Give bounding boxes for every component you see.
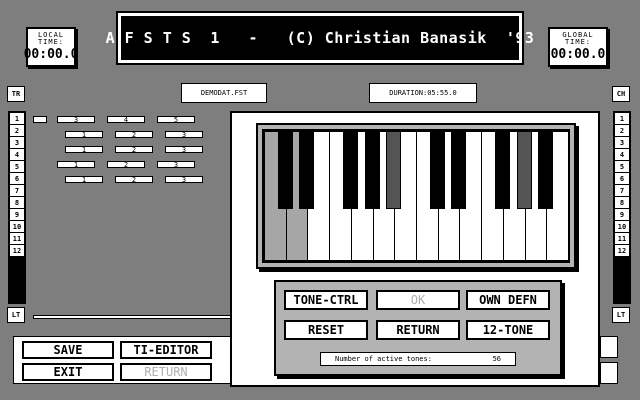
ok-button[interactable]: OK [376,290,460,310]
black-key[interactable] [451,131,467,209]
track-button-1[interactable]: 1 [10,113,24,124]
local-time-label: LOCAL TIME: [37,31,65,46]
track-button-7[interactable]: 7 [10,185,24,196]
sequence-block[interactable]: 3 [57,116,95,124]
tone-definition-dialog: ♪ TONE-CTRL OK OWN DEFN RESET RETURN 12-… [230,111,600,387]
channel-button-6[interactable]: 6 [615,173,629,184]
channel-button-1[interactable]: 1 [615,113,629,124]
piano-keyboard[interactable]: ♪ [262,129,570,263]
active-tones-value: 56 [492,355,501,363]
sequence-block[interactable]: 1 [65,131,103,139]
return-button[interactable]: RETURN [376,320,460,340]
channel-button-12[interactable]: 12 [615,245,629,256]
track-button-10[interactable]: 10 [10,221,24,232]
channel-list: 1 2 3 4 5 6 7 8 9 10 11 12 [613,111,631,304]
eighth-note-icon: ♪ [364,189,375,208]
channel-button-10[interactable]: 10 [615,221,629,232]
track-button-3[interactable]: 3 [10,137,24,148]
sequence-block[interactable]: 3 [157,161,195,169]
sequence-block[interactable]: 3 [165,131,203,139]
sequence-block[interactable]: 2 [115,131,153,139]
lt-button[interactable]: LT [7,307,25,323]
black-key[interactable] [299,131,315,209]
local-time-display: LOCAL TIME: 00:00.0 [23,27,79,67]
global-time-label: GLOBAL TIME: [562,31,594,46]
right-edge-box-bottom [600,362,618,384]
lt-right-button[interactable]: LT [612,307,630,323]
local-time-value: 00:00.0 [23,47,79,62]
own-defn-button[interactable]: OWN DEFN [466,290,550,310]
sequence-block[interactable]: 2 [115,146,153,154]
sequence-block[interactable]: 2 [107,161,145,169]
filename-label[interactable]: DEMODAT.FST [181,83,267,103]
sequence-marker[interactable] [33,116,47,123]
channel-button-2[interactable]: 2 [615,125,629,136]
sequence-block[interactable]: 1 [65,176,103,184]
global-time-display: GLOBAL TIME: 00:00.0 [548,27,608,67]
track-button-11[interactable]: 11 [10,233,24,244]
track-button-2[interactable]: 2 [10,125,24,136]
sequence-scrollbar[interactable] [33,315,233,319]
exit-button[interactable]: EXIT [22,363,114,381]
sequence-block[interactable]: 1 [65,146,103,154]
track-button-8[interactable]: 8 [10,197,24,208]
track-button-5[interactable]: 5 [10,161,24,172]
black-key[interactable] [429,131,445,209]
ti-editor-button[interactable]: TI-EDITOR [120,341,212,359]
sequence-grid: 345123123123123 [33,110,233,200]
tr-label: TR [7,86,25,102]
channel-button-9[interactable]: 9 [615,209,629,220]
black-key[interactable] [516,131,532,209]
sequence-block[interactable]: 4 [107,116,145,124]
sequence-block[interactable]: 1 [57,161,95,169]
duration-label: DURATION:05:55.0 [369,83,477,103]
global-time-value: 00:00.0 [550,47,606,62]
black-key[interactable] [538,131,554,209]
return-button-disabled[interactable]: RETURN [120,363,212,381]
channel-button-5[interactable]: 5 [615,161,629,172]
black-key[interactable] [342,131,358,209]
black-key[interactable] [494,131,510,209]
sequence-block[interactable]: 3 [165,146,203,154]
twelve-tone-button[interactable]: 12-TONE [466,320,550,340]
reset-button[interactable]: RESET [284,320,368,340]
sequence-block[interactable]: 3 [165,176,203,184]
black-key[interactable] [386,131,402,209]
ch-label: CH [612,86,630,102]
channel-button-3[interactable]: 3 [615,137,629,148]
app-title: A F S T S 1 - (C) Christian Banasik '93 [106,11,534,65]
channel-button-4[interactable]: 4 [615,149,629,160]
sequence-block[interactable]: 2 [115,176,153,184]
channel-button-7[interactable]: 7 [615,185,629,196]
tone-ctrl-button[interactable]: TONE-CTRL [284,290,368,310]
button-panel: TONE-CTRL OK OWN DEFN RESET RETURN 12-TO… [274,280,562,376]
active-tones-label: Number of active tones: [335,355,432,363]
track-button-9[interactable]: 9 [10,209,24,220]
keyboard-panel: ♪ [256,123,576,269]
track-list: 1 2 3 4 5 6 7 8 9 10 11 12 [8,111,26,304]
track-button-4[interactable]: 4 [10,149,24,160]
active-tones-readout: Number of active tones: 56 [320,352,516,366]
sequence-block[interactable]: 5 [157,116,195,124]
save-button[interactable]: SAVE [22,341,114,359]
channel-button-8[interactable]: 8 [615,197,629,208]
black-key[interactable] [277,131,293,209]
track-button-6[interactable]: 6 [10,173,24,184]
right-edge-box-top [600,336,618,358]
track-button-12[interactable]: 12 [10,245,24,256]
channel-button-11[interactable]: 11 [615,233,629,244]
